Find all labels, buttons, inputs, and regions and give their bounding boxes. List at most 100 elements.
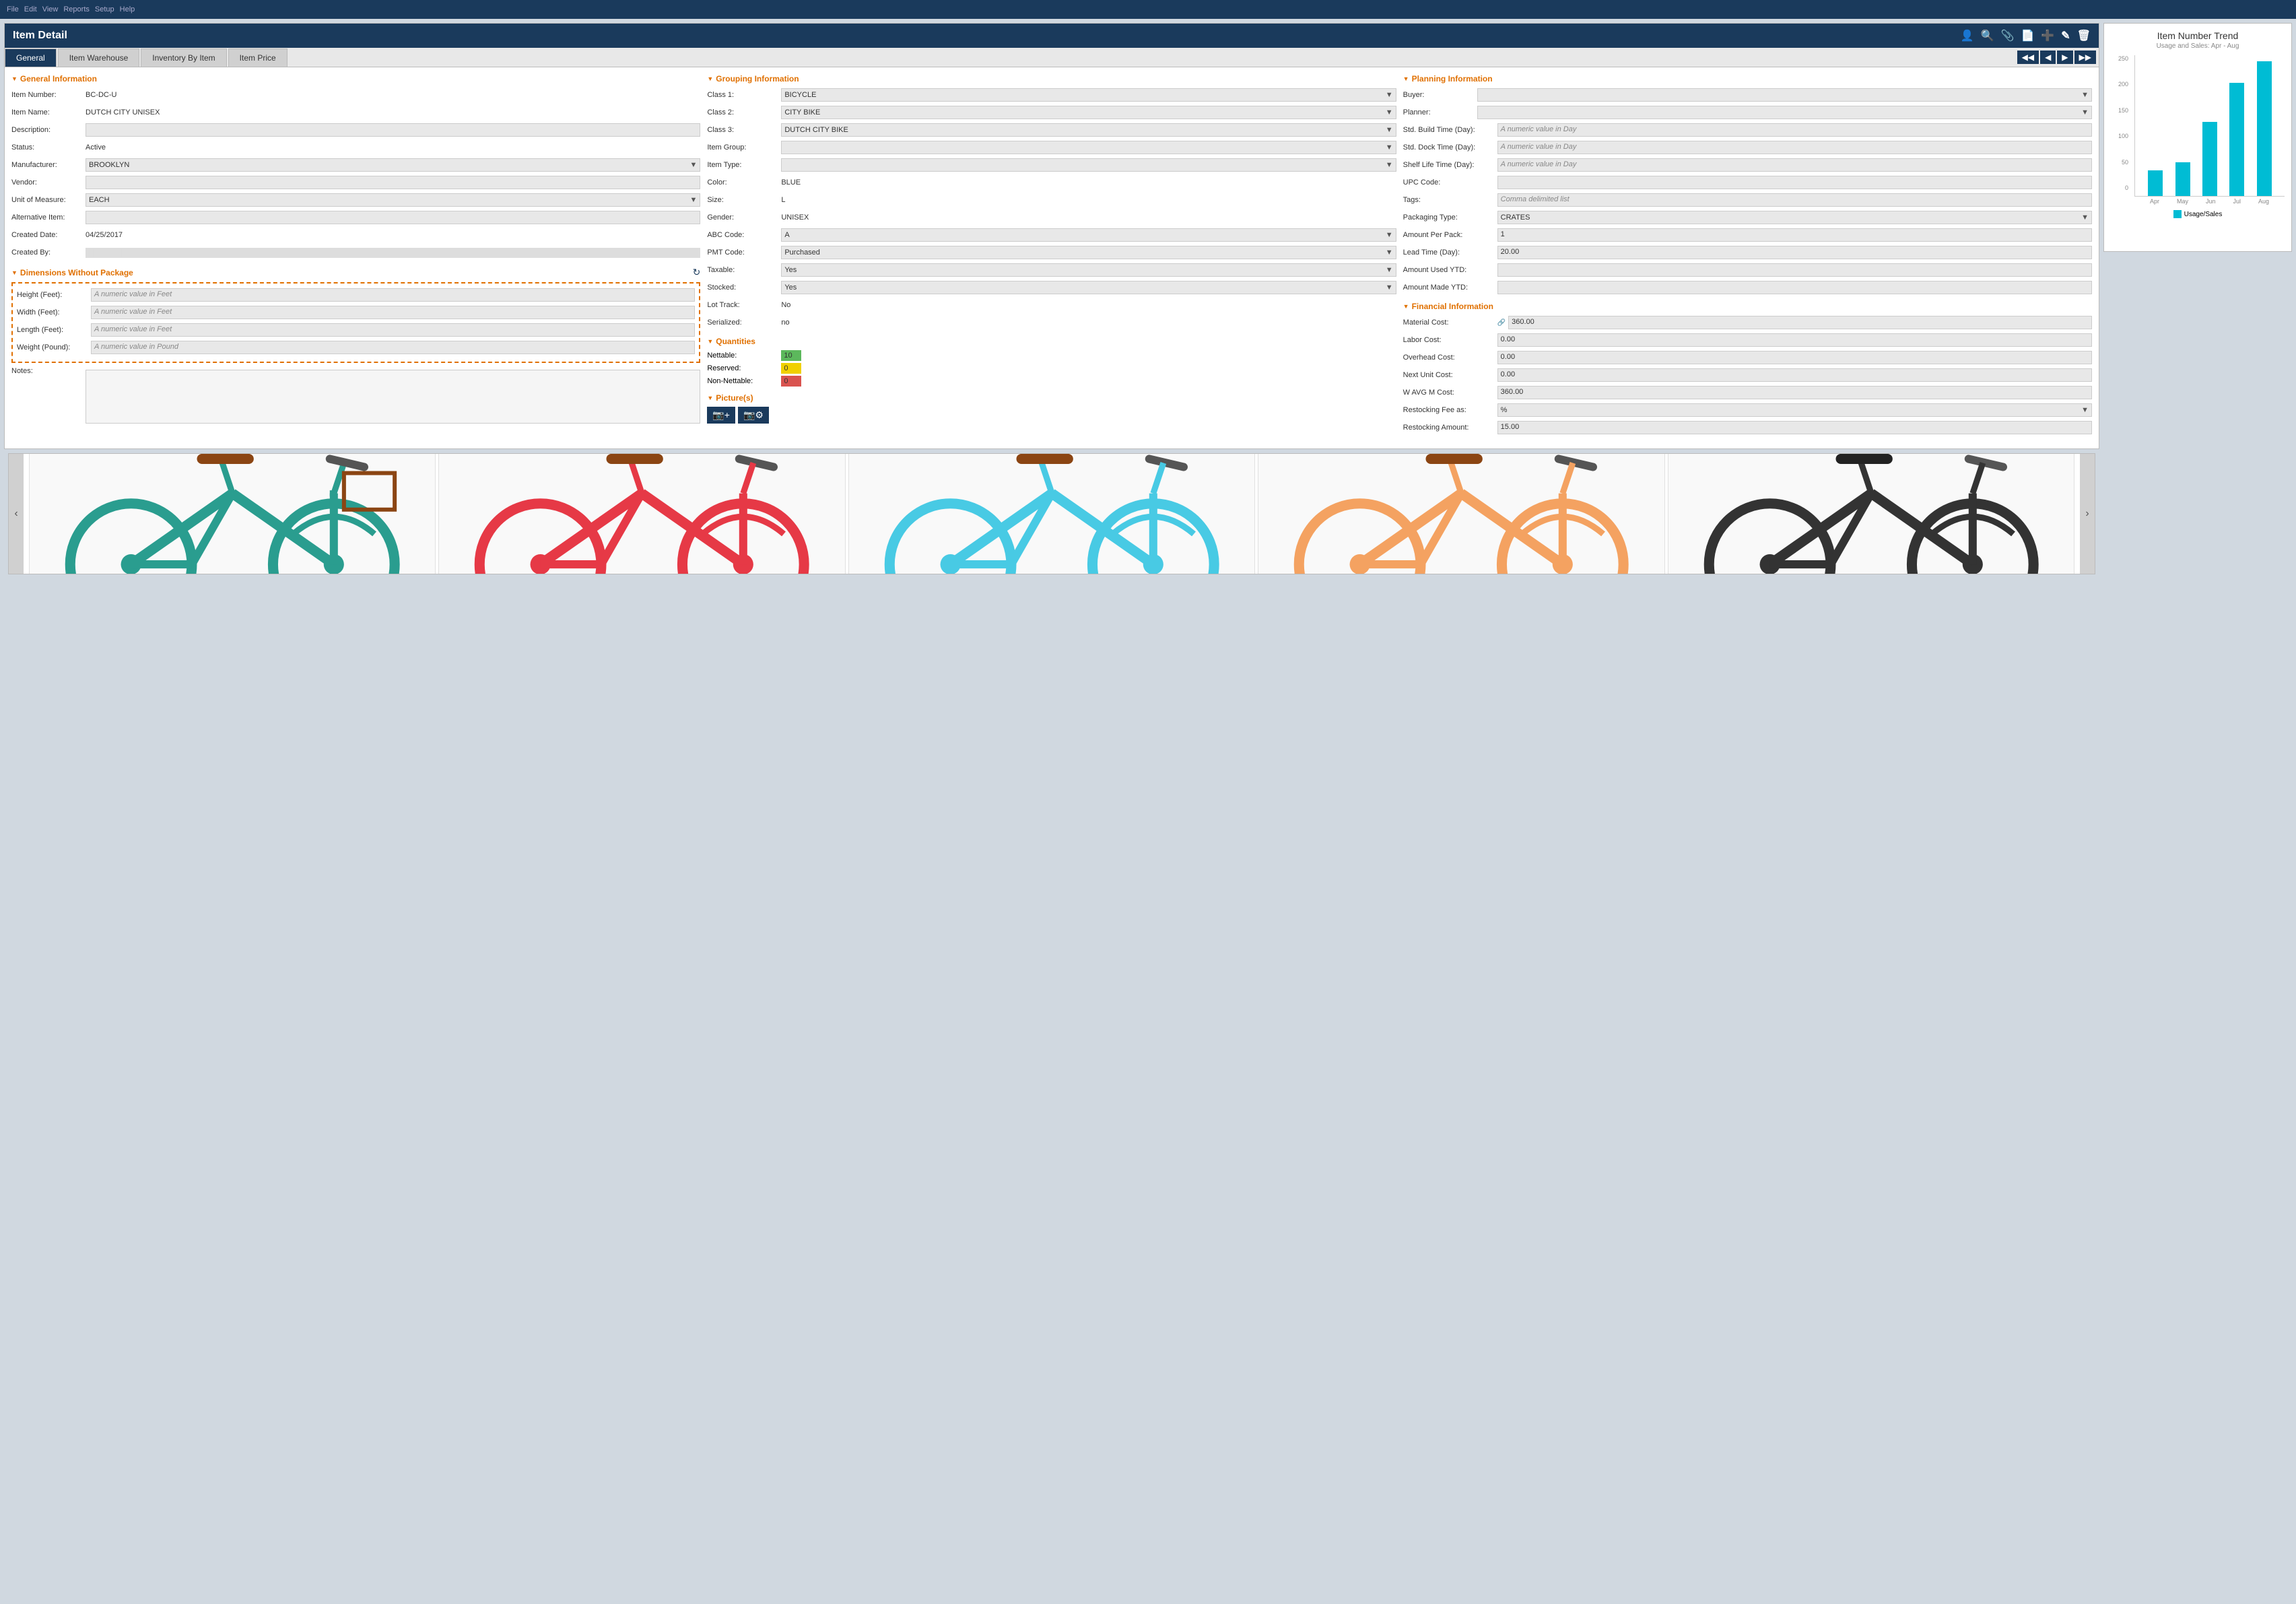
upc-input[interactable] xyxy=(1497,176,2092,189)
std-dock-input[interactable]: A numeric value in Day xyxy=(1497,141,2092,154)
item-type-select[interactable]: ▼ xyxy=(781,158,1396,172)
item-name-value: DUTCH CITY UNISEX xyxy=(86,108,700,116)
planner-select[interactable]: ▼ xyxy=(1477,106,2092,119)
abc-select[interactable]: A ▼ xyxy=(781,228,1396,242)
amount-pack-input[interactable]: 1 xyxy=(1497,228,2092,242)
notes-input[interactable] xyxy=(86,370,700,424)
buyer-arrow-icon: ▼ xyxy=(2081,91,2089,99)
bottom-gallery: ‹ xyxy=(8,453,2095,574)
unit-select[interactable]: EACH ▼ xyxy=(86,193,700,207)
buyer-select[interactable]: ▼ xyxy=(1477,88,2092,102)
gallery-item-4[interactable] xyxy=(1258,453,1664,574)
stocked-value: Yes xyxy=(784,283,797,292)
serialized-row: Serialized: no xyxy=(707,315,1396,330)
taxable-arrow-icon: ▼ xyxy=(1386,266,1393,274)
clip-icon[interactable]: 📎 xyxy=(2001,29,2015,42)
gallery-item-1[interactable] xyxy=(29,453,436,574)
packaging-select[interactable]: CRATES ▼ xyxy=(1497,211,2092,224)
wavg-input[interactable]: 360.00 xyxy=(1497,386,2092,399)
class3-select[interactable]: DUTCH CITY BIKE ▼ xyxy=(781,123,1396,137)
manufacturer-select[interactable]: BROOKLYN ▼ xyxy=(86,158,700,172)
stocked-select[interactable]: Yes ▼ xyxy=(781,281,1396,294)
width-input[interactable]: A numeric value in Feet xyxy=(91,306,695,319)
vendor-input[interactable] xyxy=(86,176,700,189)
menu-view[interactable]: View xyxy=(42,5,59,13)
nav-first-button[interactable]: ◀◀ xyxy=(2017,51,2039,64)
std-dock-label: Std. Dock Time (Day): xyxy=(1403,143,1497,152)
material-input[interactable]: 360.00 xyxy=(1508,316,2092,329)
std-build-input[interactable]: A numeric value in Day xyxy=(1497,123,2092,137)
menu-help[interactable]: Help xyxy=(120,5,135,13)
tab-item-price[interactable]: Item Price xyxy=(228,48,288,67)
item-group-label: Item Group: xyxy=(707,143,781,152)
restocking-amount-input[interactable]: 15.00 xyxy=(1497,421,2092,434)
export-icon[interactable]: 📄 xyxy=(2021,29,2034,42)
lot-value: No xyxy=(781,301,1396,309)
nav-buttons: ◀◀ ◀ ▶ ▶▶ xyxy=(2015,48,2099,67)
taxable-select[interactable]: Yes ▼ xyxy=(781,263,1396,277)
gallery-item-3[interactable] xyxy=(848,453,1255,574)
lead-time-label: Lead Time (Day): xyxy=(1403,248,1497,257)
manufacturer-row: Manufacturer: BROOKLYN ▼ xyxy=(11,158,700,172)
general-info-title: General Information xyxy=(11,74,700,83)
gallery-next-button[interactable]: › xyxy=(2080,454,2095,574)
nav-prev-button[interactable]: ◀ xyxy=(2040,51,2056,64)
person-icon[interactable]: 👤 xyxy=(1961,29,1974,42)
manage-picture-button[interactable]: 📷⚙ xyxy=(738,407,769,424)
menu-file[interactable]: File xyxy=(7,5,19,13)
item-group-select[interactable]: ▼ xyxy=(781,141,1396,154)
lead-time-row: Lead Time (Day): 20.00 xyxy=(1403,245,2092,260)
restocking-amount-label: Restocking Amount: xyxy=(1403,424,1497,432)
dimensions-refresh-icon[interactable]: ↻ xyxy=(693,267,701,278)
weight-input[interactable]: A numeric value in Pound xyxy=(91,341,695,354)
menu-reports[interactable]: Reports xyxy=(63,5,90,13)
menu-edit[interactable]: Edit xyxy=(24,5,37,13)
nav-last-button[interactable]: ▶▶ xyxy=(2074,51,2096,64)
amount-used-input[interactable] xyxy=(1497,263,2092,277)
material-link-icon[interactable]: 🔗 xyxy=(1497,319,1506,327)
overhead-input[interactable]: 0.00 xyxy=(1497,351,2092,364)
tags-label: Tags: xyxy=(1403,196,1497,204)
next-unit-input[interactable]: 0.00 xyxy=(1497,368,2092,382)
shelf-life-label: Shelf Life Time (Day): xyxy=(1403,161,1497,169)
delete-icon[interactable]: 🗑 xyxy=(2077,29,2091,42)
pmt-value: Purchased xyxy=(784,248,820,257)
y-axis-labels: 250 200 150 100 50 0 xyxy=(2111,55,2131,191)
col-general: General Information Item Number: BC-DC-U… xyxy=(11,74,700,442)
content-area: General Information Item Number: BC-DC-U… xyxy=(5,67,2099,448)
menu-setup[interactable]: Setup xyxy=(95,5,114,13)
tab-inventory-by-item[interactable]: Inventory By Item xyxy=(141,48,226,67)
add-picture-button[interactable]: 📷+ xyxy=(707,407,735,424)
height-input[interactable]: A numeric value in Feet xyxy=(91,288,695,302)
tags-input[interactable]: Comma delimited list xyxy=(1497,193,2092,207)
description-input[interactable] xyxy=(86,123,700,137)
gallery-item-5[interactable] xyxy=(1668,453,2074,574)
labor-input[interactable]: 0.00 xyxy=(1497,333,2092,347)
add-icon[interactable]: ➕ xyxy=(2041,29,2054,42)
lead-time-input[interactable]: 20.00 xyxy=(1497,246,2092,259)
search-icon[interactable]: 🔍 xyxy=(1981,29,1994,42)
pmt-select[interactable]: Purchased ▼ xyxy=(781,246,1396,259)
description-row: Description: xyxy=(11,123,700,137)
class2-select[interactable]: CITY BIKE ▼ xyxy=(781,106,1396,119)
nettable-label: Nettable: xyxy=(707,352,781,360)
tab-general[interactable]: General xyxy=(5,48,57,67)
tab-item-warehouse[interactable]: Item Warehouse xyxy=(58,48,140,67)
gallery-prev-button[interactable]: ‹ xyxy=(9,454,24,574)
x-label-may: May xyxy=(2177,198,2188,205)
edit-icon[interactable]: ✎ xyxy=(2061,29,2070,42)
restocking-fee-select[interactable]: % ▼ xyxy=(1497,403,2092,417)
alt-item-input[interactable] xyxy=(86,211,700,224)
length-input[interactable]: A numeric value in Feet xyxy=(91,323,695,337)
gallery-item-2[interactable] xyxy=(438,453,845,574)
shelf-life-input[interactable]: A numeric value in Day xyxy=(1497,158,2092,172)
financial-title: Financial Information xyxy=(1403,302,2092,311)
left-panel: Item Detail 👤 🔍 📎 📄 ➕ ✎ 🗑 General Item W… xyxy=(4,23,2099,578)
taxable-label: Taxable: xyxy=(707,266,781,274)
nav-next-button[interactable]: ▶ xyxy=(2057,51,2072,64)
class1-select[interactable]: BICYCLE ▼ xyxy=(781,88,1396,102)
dimensions-title: Dimensions Without Package xyxy=(11,268,133,277)
shelf-life-row: Shelf Life Time (Day): A numeric value i… xyxy=(1403,158,2092,172)
class1-row: Class 1: BICYCLE ▼ xyxy=(707,88,1396,102)
amount-made-input[interactable] xyxy=(1497,281,2092,294)
